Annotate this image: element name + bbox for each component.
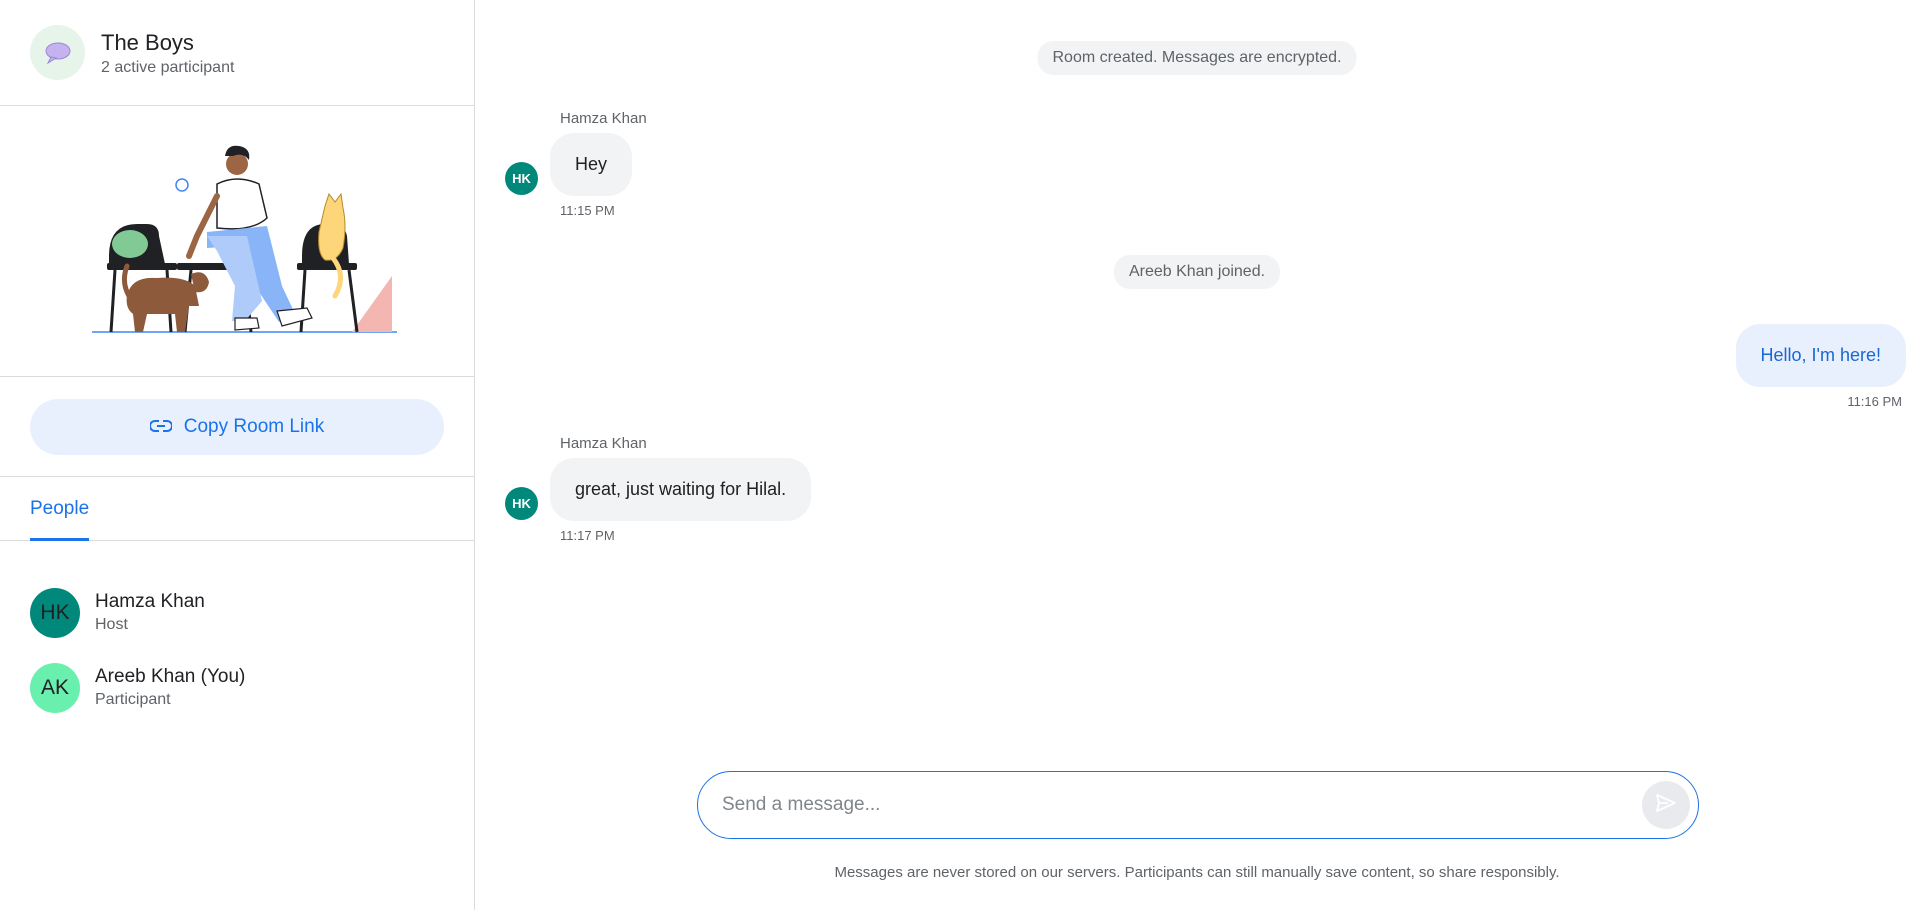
copy-link-section: Copy Room Link xyxy=(0,377,474,477)
message-sender: Hamza Khan xyxy=(560,110,647,127)
sidebar: The Boys 2 active participant Copy Room … xyxy=(0,0,475,910)
copy-room-link-label: Copy Room Link xyxy=(183,415,325,437)
avatar: HK xyxy=(505,487,538,520)
sidebar-tabs: People xyxy=(0,477,474,541)
message-input[interactable] xyxy=(722,794,1642,816)
message-bubble-incoming: great, just waiting for Hilal. xyxy=(550,458,812,521)
message-bubble-incoming: Hey xyxy=(550,133,633,196)
avatar: HK xyxy=(505,162,538,195)
person-role: Host xyxy=(95,616,128,633)
message-composer xyxy=(697,771,1699,839)
link-icon xyxy=(148,416,173,438)
room-participant-count: 2 active participant xyxy=(101,58,235,76)
waiting-room-illustration xyxy=(0,106,474,377)
avatar: AK xyxy=(30,662,80,713)
copy-room-link-button[interactable]: Copy Room Link xyxy=(30,398,444,455)
room-header: The Boys 2 active participant xyxy=(0,0,474,106)
message-timestamp: 11:17 PM xyxy=(560,528,615,543)
people-list: HK Hamza Khan Host AK Areeb Khan (You) P… xyxy=(0,541,474,725)
person-name: Hamza Khan xyxy=(95,591,205,612)
chat-panel: Room created. Messages are encrypted. Ha… xyxy=(475,0,1918,910)
speech-bubble-icon xyxy=(30,25,85,80)
person-role: Participant xyxy=(95,691,171,708)
room-title: The Boys xyxy=(101,29,194,55)
system-message-joined: Areeb Khan joined. xyxy=(1113,255,1281,289)
app-root: The Boys 2 active participant Copy Room … xyxy=(0,0,1918,910)
privacy-disclaimer: Messages are never stored on our servers… xyxy=(834,864,1560,881)
list-item: HK Hamza Khan Host xyxy=(0,575,474,650)
send-icon xyxy=(1656,793,1676,817)
message-sender: Hamza Khan xyxy=(560,435,647,452)
send-button[interactable] xyxy=(1642,781,1690,829)
message-timestamp: 11:16 PM xyxy=(1847,394,1902,409)
avatar: HK xyxy=(30,587,80,638)
tab-people[interactable]: People xyxy=(30,477,90,541)
message-timestamp: 11:15 PM xyxy=(560,203,615,218)
person-name: Areeb Khan (You) xyxy=(95,666,246,687)
message-bubble-outgoing: Hello, I'm here! xyxy=(1735,324,1906,387)
list-item: AK Areeb Khan (You) Participant xyxy=(0,650,474,725)
system-message-created: Room created. Messages are encrypted. xyxy=(1037,41,1357,75)
